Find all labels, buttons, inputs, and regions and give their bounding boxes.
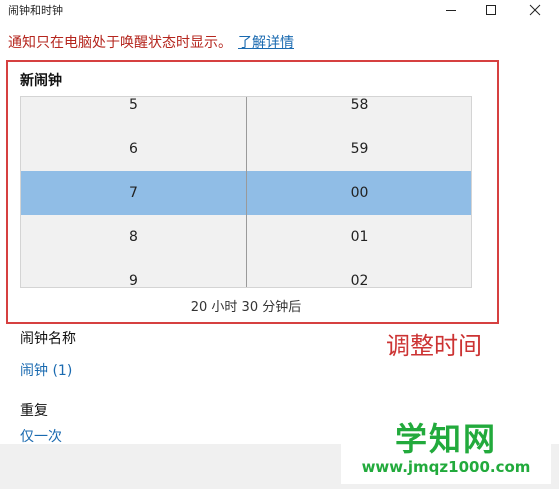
notice-text: 通知只在电脑处于唤醒状态时显示。 bbox=[8, 35, 232, 51]
watermark-url: www.jmqz1000.com bbox=[361, 458, 531, 476]
alarm-name-label: 闹钟名称 bbox=[20, 331, 76, 347]
watermark: 学知网 www.jmqz1000.com bbox=[341, 414, 551, 484]
hour-column[interactable]: 5 6 7 8 9 bbox=[21, 97, 246, 287]
repeat-dropdown[interactable]: 仅一次 bbox=[20, 426, 62, 446]
minute-column[interactable]: 58 59 00 01 02 bbox=[247, 97, 471, 287]
close-button[interactable] bbox=[515, 0, 555, 20]
learn-more-link[interactable]: 了解详情 bbox=[238, 35, 294, 51]
maximize-button[interactable] bbox=[471, 0, 511, 20]
minimize-icon bbox=[446, 10, 456, 11]
alarm-name-field[interactable]: 闹钟 (1) bbox=[20, 360, 72, 380]
minute-option[interactable]: 58 bbox=[247, 97, 471, 127]
hour-option[interactable]: 6 bbox=[21, 127, 246, 171]
minute-option[interactable]: 02 bbox=[247, 259, 471, 287]
window-title: 闹钟和时钟 bbox=[8, 4, 63, 17]
minute-option[interactable]: 01 bbox=[247, 215, 471, 259]
new-alarm-title: 新闹钟 bbox=[20, 73, 62, 89]
minimize-button[interactable] bbox=[431, 0, 471, 20]
minute-option[interactable]: 59 bbox=[247, 127, 471, 171]
hour-option[interactable]: 9 bbox=[21, 259, 246, 287]
countdown-text: 20 小时 30 分钟后 bbox=[190, 300, 302, 315]
close-icon bbox=[529, 4, 541, 16]
time-picker[interactable]: 5 6 7 8 9 58 59 00 01 02 bbox=[20, 96, 472, 288]
hour-option-selected[interactable]: 7 bbox=[21, 171, 246, 215]
notification-notice: 通知只在电脑处于唤醒状态时显示。 了解详情 bbox=[8, 32, 294, 52]
hour-option[interactable]: 8 bbox=[21, 215, 246, 259]
maximize-icon bbox=[486, 5, 496, 15]
minute-option-selected[interactable]: 00 bbox=[247, 171, 471, 215]
hour-option[interactable]: 5 bbox=[21, 97, 246, 127]
repeat-label: 重复 bbox=[20, 403, 48, 419]
annotation-label: 调整时间 bbox=[386, 332, 482, 360]
watermark-title: 学知网 bbox=[394, 420, 497, 458]
title-bar: 闹钟和时钟 bbox=[0, 0, 559, 20]
